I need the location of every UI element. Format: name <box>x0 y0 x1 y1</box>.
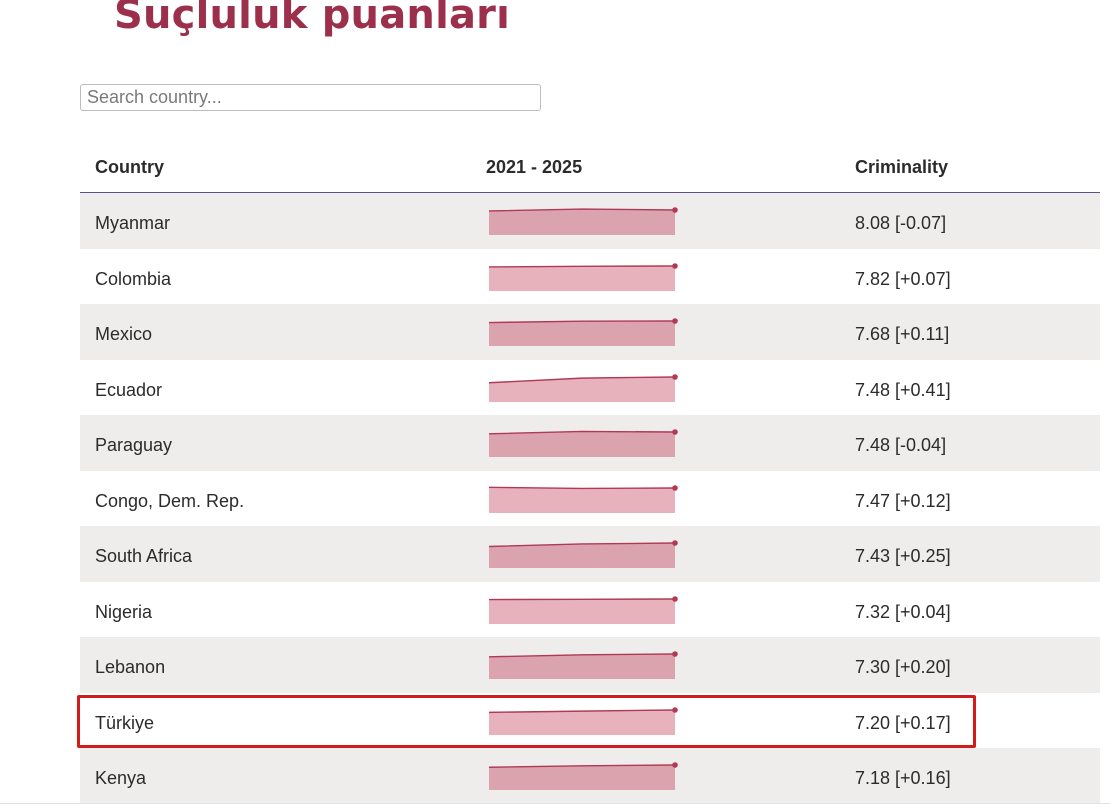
page-title: Suçluluk puanları <box>114 0 511 38</box>
table-row[interactable]: Nigeria 7.32 [+0.04] <box>80 582 1100 638</box>
table-row[interactable]: Colombia 7.82 [+0.07] <box>80 249 1100 305</box>
criminality-score: 7.48 [+0.41] <box>855 379 951 400</box>
table-row[interactable]: Kenya 7.18 [+0.16] <box>80 748 1100 804</box>
table-header: Country 2021 - 2025 Criminality <box>80 140 1100 193</box>
sparkline-area <box>489 598 675 624</box>
sparkline <box>488 484 678 513</box>
criminality-score: 7.47 [+0.12] <box>855 490 951 511</box>
sparkline <box>488 540 678 568</box>
country-name: Mexico <box>95 324 153 344</box>
sparkline-end-point <box>672 373 678 380</box>
country-name: Paraguay <box>95 435 173 455</box>
sparkline-area <box>489 321 675 346</box>
country-name: Lebanon <box>95 657 166 677</box>
sparkline <box>488 706 678 735</box>
table-row[interactable]: Paraguay 7.48 [-0.04] <box>80 415 1100 471</box>
column-header-period[interactable]: 2021 - 2025 <box>486 157 582 178</box>
sparkline <box>488 651 678 679</box>
criminality-score: 7.18 [+0.16] <box>855 768 951 788</box>
country-name: Nigeria <box>95 601 153 622</box>
table-row[interactable]: Ecuador 7.48 [+0.41] <box>80 360 1100 416</box>
criminality-score: 7.48 [-0.04] <box>855 435 947 455</box>
sparkline-area <box>489 709 675 735</box>
sparkline <box>488 429 678 457</box>
country-name: Colombia <box>95 268 172 289</box>
sparkline <box>488 207 678 235</box>
table-body: Myanmar 8.08 [-0.07] Colombia 7.82 [+0.07] M… <box>80 193 1100 804</box>
table-row[interactable]: Congo, Dem. Rep. 7.47 [+0.12] <box>80 471 1100 527</box>
sparkline-end-point <box>672 540 678 546</box>
country-name: Congo, Dem. Rep. <box>95 490 245 511</box>
sparkline-area <box>489 209 675 235</box>
sparkline-end-point <box>672 762 678 768</box>
bottom-divider <box>0 803 1110 804</box>
country-name: Ecuador <box>95 379 163 400</box>
column-header-country[interactable]: Country <box>95 157 164 178</box>
sparkline-line <box>488 597 676 600</box>
country-name: Kenya <box>95 768 147 788</box>
table-row[interactable]: Türkiye 7.20 [+0.17] <box>80 693 1100 749</box>
sparkline-area <box>489 486 675 513</box>
sparkline-area <box>489 765 675 790</box>
sparkline-area <box>489 654 675 679</box>
sparkline-end-point <box>672 706 678 713</box>
table-row[interactable]: South Africa 7.43 [+0.25] <box>80 526 1100 582</box>
criminality-score: 7.30 [+0.20] <box>855 657 951 677</box>
sparkline <box>488 318 678 346</box>
search-input[interactable] <box>80 84 541 111</box>
country-name: Türkiye <box>95 712 155 733</box>
criminality-score: 7.32 [+0.04] <box>855 601 951 622</box>
table-row[interactable]: Mexico 7.68 [+0.11] <box>80 304 1100 360</box>
sparkline-area <box>489 543 675 568</box>
table-row[interactable]: Lebanon 7.30 [+0.20] <box>80 637 1100 693</box>
sparkline-end-point <box>672 207 678 213</box>
sparkline-end-point <box>672 595 678 602</box>
criminality-score: 7.20 [+0.17] <box>855 712 951 733</box>
sparkline-end-point <box>672 429 678 435</box>
sparkline-end-point <box>672 651 678 657</box>
sparkline-area <box>489 431 675 457</box>
sparkline <box>488 762 678 790</box>
sparkline-area <box>489 265 675 291</box>
sparkline <box>488 373 678 402</box>
column-header-criminality[interactable]: Criminality <box>855 157 948 178</box>
criminality-score: 7.82 [+0.07] <box>855 268 951 289</box>
sparkline-end-point <box>672 262 678 269</box>
criminality-score: 8.08 [-0.07] <box>855 213 947 233</box>
country-name: South Africa <box>95 546 193 566</box>
sparkline-line <box>488 486 676 489</box>
sparkline-end-point <box>672 318 678 324</box>
criminality-score: 7.43 [+0.25] <box>855 546 951 566</box>
sparkline-end-point <box>672 484 678 491</box>
country-name: Myanmar <box>95 213 171 233</box>
sparkline <box>488 595 678 624</box>
page: Suçluluk puanları Country 2021 - 2025 Cr… <box>0 0 1110 807</box>
sparkline <box>488 262 678 291</box>
criminality-score: 7.68 [+0.11] <box>855 324 950 344</box>
table-row[interactable]: Myanmar 8.08 [-0.07] <box>80 193 1100 249</box>
